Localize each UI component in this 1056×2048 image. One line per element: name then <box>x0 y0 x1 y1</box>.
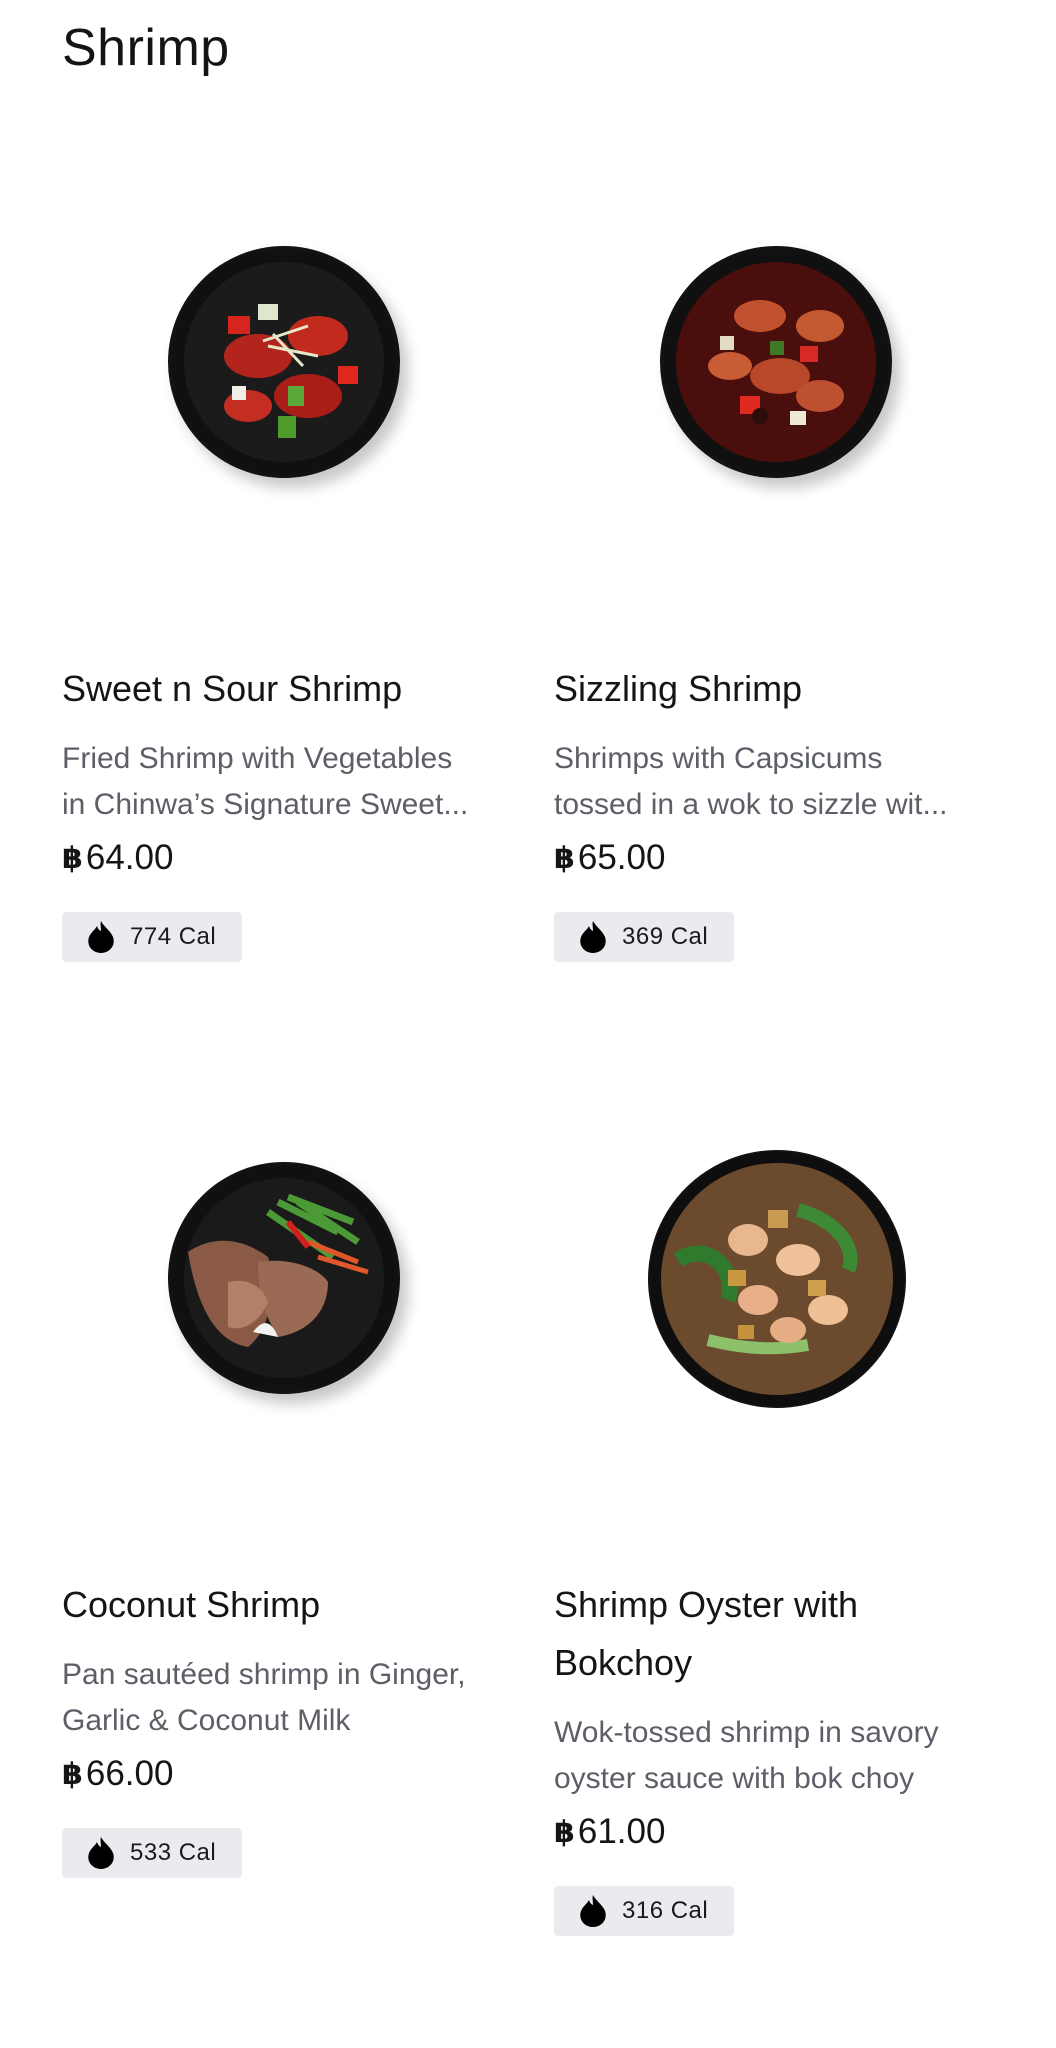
price-value: 65.00 <box>577 838 666 877</box>
calorie-badge: 774 Cal <box>62 912 243 962</box>
dish-image <box>648 1150 906 1408</box>
dish-name: Sweet n Sour Shrimp <box>62 668 403 709</box>
calorie-text: 369 Cal <box>622 923 709 950</box>
dish-image-container[interactable] <box>554 140 1014 660</box>
dish-image <box>168 246 400 478</box>
section-title: Shrimp <box>62 19 230 77</box>
sizzling-shrimp-photo <box>664 250 888 474</box>
dish-description: Wok-tossed shrimp in savory oyster sauce… <box>554 1710 1024 1802</box>
calorie-text: 774 Cal <box>130 923 217 950</box>
dish-name-line: Bokchoy <box>554 1642 693 1683</box>
flame-drop-icon <box>88 921 114 953</box>
flame-drop-icon <box>580 921 606 953</box>
calorie-badge: 316 Cal <box>554 1886 735 1936</box>
calorie-text: 316 Cal <box>622 1897 709 1924</box>
dish-price: ฿ 65.00 <box>554 838 665 878</box>
riyal-symbol-icon: ฿ <box>554 1815 575 1849</box>
dish-description-line: Wok-tossed shrimp in savory <box>554 1716 939 1749</box>
calorie-badge: 369 Cal <box>554 912 735 962</box>
dish-price: ฿ 61.00 <box>554 1812 665 1852</box>
dish-description-line: in Chinwa’s Signature Sweet... <box>62 788 469 821</box>
flame-drop-icon <box>88 1837 114 1869</box>
dish-name: Coconut Shrimp <box>62 1584 321 1625</box>
dish-image <box>660 246 892 478</box>
dish-description-line: Garlic & Coconut Milk <box>62 1704 351 1737</box>
sweet-sour-shrimp-photo <box>172 250 396 474</box>
dish-description: Shrimps with Capsicums tossed in a wok t… <box>554 736 1024 828</box>
dish-price: ฿ 66.00 <box>62 1754 173 1794</box>
dish-description-line: Shrimps with Capsicums <box>554 742 883 775</box>
dish-name: Sizzling Shrimp <box>554 668 803 709</box>
dish-image-container[interactable] <box>62 1056 522 1576</box>
dish-description: Pan sautéed shrimp in Ginger, Garlic & C… <box>62 1652 532 1744</box>
calorie-badge: 533 Cal <box>62 1828 243 1878</box>
dish-image-container[interactable] <box>554 1056 1014 1576</box>
calorie-text: 533 Cal <box>130 1839 217 1866</box>
dish-name-line: Shrimp Oyster with <box>554 1584 859 1625</box>
dish-description-line: tossed in a wok to sizzle wit... <box>554 788 948 821</box>
price-value: 61.00 <box>577 1812 666 1851</box>
price-value: 64.00 <box>85 838 174 877</box>
shrimp-oyster-bokchoy-photo <box>650 1152 904 1406</box>
dish-image-container[interactable] <box>62 140 522 660</box>
flame-drop-icon <box>580 1895 606 1927</box>
riyal-symbol-icon: ฿ <box>62 1757 83 1791</box>
riyal-symbol-icon: ฿ <box>62 841 83 875</box>
dish-price: ฿ 64.00 <box>62 838 173 878</box>
coconut-shrimp-photo <box>172 1166 396 1390</box>
dish-description: Fried Shrimp with Vegetables in Chinwa’s… <box>62 736 532 828</box>
riyal-symbol-icon: ฿ <box>554 841 575 875</box>
dish-image <box>168 1162 400 1394</box>
dish-description-line: Pan sautéed shrimp in Ginger, <box>62 1658 466 1691</box>
price-value: 66.00 <box>85 1754 174 1793</box>
dish-description-line: oyster sauce with bok choy <box>554 1762 915 1795</box>
dish-description-line: Fried Shrimp with Vegetables <box>62 742 453 775</box>
dish-name: Shrimp Oyster with Bokchoy <box>554 1576 1024 1692</box>
